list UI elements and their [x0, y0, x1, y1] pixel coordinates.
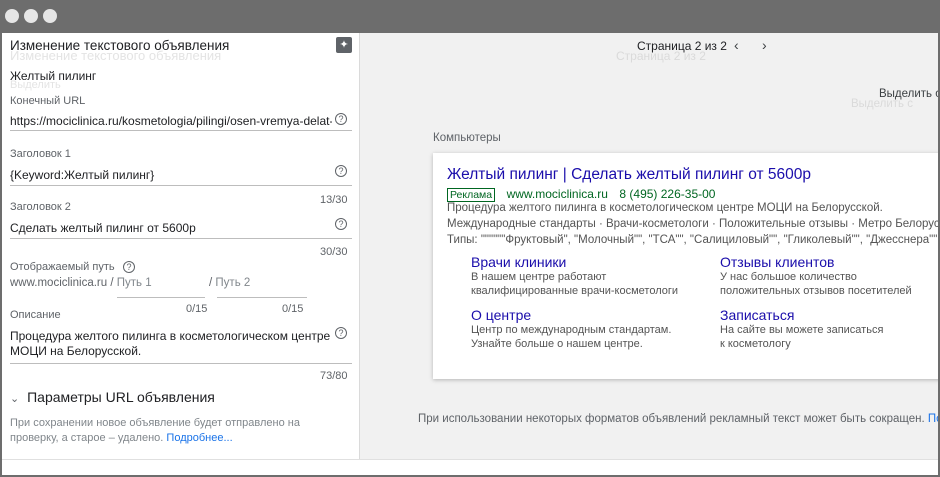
window-dot-maximize[interactable]: [43, 9, 57, 23]
disclaimer-text: При использовании некоторых форматов объ…: [418, 413, 925, 425]
ad-name: Желтый пилинг: [10, 69, 97, 83]
pin-icon[interactable]: ✦: [336, 37, 352, 53]
window-dot-close[interactable]: [5, 9, 19, 23]
sitelink-desc-1: На сайте вы можете записаться: [720, 324, 884, 336]
ad-structured-snippet: Типы: """"""Фруктовый", "Молочный"", "ТС…: [447, 234, 938, 246]
description-line-1[interactable]: Процедура желтого пилинга в косметологич…: [10, 329, 330, 343]
sitelink-title[interactable]: Записаться: [720, 307, 883, 323]
headline1-underline: [10, 185, 352, 186]
display-path-domain: www.mociclinica.ru: [10, 277, 108, 289]
headline2-underline: [10, 238, 352, 239]
final-url-help-icon[interactable]: ?: [335, 113, 347, 125]
headline2-input[interactable]: Сделать желтый пилинг от 5600р: [10, 221, 196, 235]
sitelink-desc-2: квалифицированные врачи-косметологи: [471, 285, 679, 297]
path1-underline: [117, 297, 205, 298]
next-page-button[interactable]: ›: [762, 37, 767, 53]
headline1-label: Заголовок 1: [10, 148, 71, 160]
prev-page-button[interactable]: ‹: [734, 37, 739, 53]
ad-url-row: Реклама www.mociclinica.ru 8 (495) 226-3…: [447, 185, 715, 203]
sitelink[interactable]: Врачи клиники В нашем центре работают кв…: [471, 254, 678, 297]
sitelink-desc-1: Центр по международным стандартам.: [471, 324, 672, 336]
save-note-line-1: При сохранении новое объявление будет от…: [10, 417, 300, 429]
description-underline: [10, 363, 352, 364]
editor-title: Изменение текстового объявления: [10, 38, 230, 53]
bottom-bar: [2, 459, 938, 475]
save-note-more-link[interactable]: Подробнее...: [166, 432, 232, 444]
url-params-toggle[interactable]: ⌄ Параметры URL объявления: [10, 389, 215, 405]
save-note-line-2: проверку, а старое – удалено. Подробнее.…: [10, 432, 233, 444]
select-label[interactable]: Выделить с: [879, 88, 938, 100]
display-path-help-icon[interactable]: ?: [123, 261, 135, 273]
ad-headline[interactable]: Желтый пилинг | Сделать желтый пилинг от…: [447, 166, 811, 184]
page-indicator: Страница 2 из 2: [637, 39, 727, 53]
sitelink-desc-1: В нашем центре работают: [471, 271, 607, 283]
headline2-label: Заголовок 2: [10, 201, 71, 213]
chevron-right-icon: ›: [762, 37, 767, 53]
sitelink[interactable]: Записаться На сайте вы можете записаться…: [720, 307, 883, 350]
ad-editor-panel: Изменение текстового объявления Изменени…: [2, 33, 360, 459]
final-url-underline: [10, 130, 352, 131]
ad-preview-panel: Страница 2 из 2 Страница 2 из 2 ‹ › Выде…: [361, 33, 938, 459]
path2-row: / Путь 2: [209, 277, 250, 289]
window-titlebar: [0, 0, 940, 33]
display-path-label: Отображаемый путь: [10, 261, 115, 273]
ad-phone[interactable]: 8 (495) 226-35-00: [619, 187, 715, 201]
device-label: Компьютеры: [433, 132, 501, 144]
chevron-down-icon: ⌄: [10, 393, 20, 405]
final-url-input[interactable]: https://mociclinica.ru/kosmetologia/pili…: [10, 114, 332, 128]
ad-badge: Реклама: [447, 188, 496, 202]
save-note-text: проверку, а старое – удалено.: [10, 432, 164, 444]
path1-input[interactable]: Путь 1: [117, 277, 152, 289]
preview-disclaimer: При использовании некоторых форматов объ…: [418, 413, 938, 425]
path2-counter: 0/15: [282, 303, 304, 315]
url-params-label: Параметры URL объявления: [27, 389, 215, 405]
app-window: Изменение текстового объявления Изменени…: [2, 33, 938, 475]
description-help-icon[interactable]: ?: [335, 327, 347, 339]
final-url-label: Конечный URL: [10, 95, 86, 107]
description-counter: 73/80: [320, 370, 348, 382]
path1-counter: 0/15: [186, 303, 208, 315]
path-separator-2: /: [209, 277, 213, 289]
ad-callouts: Международные стандарты · Врачи-косметол…: [447, 218, 938, 230]
ad-preview-card: Желтый пилинг | Сделать желтый пилинг от…: [433, 153, 938, 379]
sitelink-title[interactable]: Врачи клиники: [471, 254, 678, 270]
disclaimer-more-link[interactable]: Подробнее: [928, 413, 938, 425]
sitelink-title[interactable]: О центре: [471, 307, 671, 323]
ad-display-url[interactable]: www.mociclinica.ru: [507, 187, 608, 201]
sitelink-desc-2: к косметологу: [720, 338, 791, 350]
headline1-help-icon[interactable]: ?: [335, 165, 347, 177]
sitelink-desc-1: У нас большое количество: [720, 271, 857, 283]
headline1-counter: 13/30: [320, 194, 348, 206]
chevron-left-icon: ‹: [734, 37, 739, 53]
sitelink[interactable]: О центре Центр по международным стандарт…: [471, 307, 671, 350]
sitelink-desc-2: положительных отзывов посетителей: [720, 285, 912, 297]
window-dot-minimize[interactable]: [24, 9, 38, 23]
path2-underline: [217, 297, 307, 298]
path2-input[interactable]: Путь 2: [215, 277, 250, 289]
description-line-2[interactable]: МОЦИ на Белорусской.: [10, 344, 141, 358]
sitelink-desc-2: Узнайте больше о нашем центре.: [471, 338, 643, 350]
display-path-row: www.mociclinica.ru / Путь 1: [10, 277, 152, 289]
headline2-help-icon[interactable]: ?: [335, 218, 347, 230]
path-separator-1: /: [110, 277, 114, 289]
headline1-input[interactable]: {Keyword:Желтый пилинг}: [10, 168, 154, 182]
description-label: Описание: [10, 309, 61, 321]
headline2-counter: 30/30: [320, 246, 348, 258]
sitelink[interactable]: Отзывы клиентов У нас большое количество…: [720, 254, 912, 297]
sitelink-title[interactable]: Отзывы клиентов: [720, 254, 912, 270]
ad-description: Процедура желтого пилинга в косметологич…: [447, 202, 883, 214]
